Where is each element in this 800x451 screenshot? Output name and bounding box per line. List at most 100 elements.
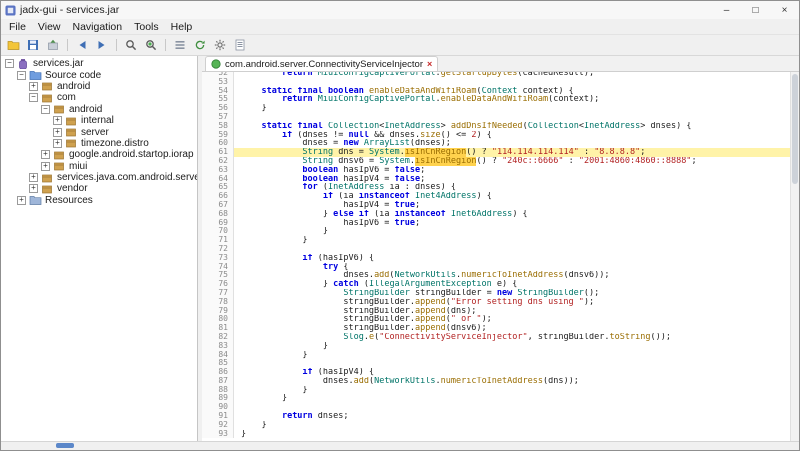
menu-tools[interactable]: Tools xyxy=(128,21,165,33)
log-button[interactable] xyxy=(231,37,249,53)
tree-horizontal-scrollbar-thumb[interactable] xyxy=(56,443,74,448)
code-editor[interactable]: 52 return MiuiConfigCaptivePortal.getSta… xyxy=(202,72,799,441)
vertical-scrollbar-thumb[interactable] xyxy=(792,74,798,184)
tree-item-label: android xyxy=(69,104,102,115)
window-title: jadx-gui - services.jar xyxy=(20,4,119,16)
tree-expander-icon[interactable]: + xyxy=(41,150,50,159)
code-line: 80 stringBuilder.append(" or "); xyxy=(202,315,790,324)
tree-item-internal[interactable]: +internal xyxy=(1,115,197,126)
menu-help[interactable]: Help xyxy=(165,21,199,33)
code-line: 87 dnses.add(NetworkUtils.numericToInetA… xyxy=(202,377,790,386)
text-search-button[interactable] xyxy=(122,37,140,53)
class-icon xyxy=(211,59,221,69)
tree-expander-icon[interactable]: + xyxy=(17,196,26,205)
save-all-icon xyxy=(27,39,39,51)
tree-item-android[interactable]: +android xyxy=(1,81,197,92)
code-area: 52 return MiuiConfigCaptivePortal.getSta… xyxy=(202,72,790,441)
code-line: 64 boolean hasIpV4 = false; xyxy=(202,175,790,184)
code-line: 60 dnses = new ArrayList(dnses); xyxy=(202,139,790,148)
package-icon xyxy=(53,104,66,115)
open-file-button[interactable] xyxy=(4,37,22,53)
code-text: } else if (ia instanceof Inet6Address) { xyxy=(234,210,790,219)
menu-view[interactable]: View xyxy=(32,21,67,33)
tree-expander-icon[interactable]: + xyxy=(53,128,62,137)
code-line: 58 static final Collection<InetAddress> … xyxy=(202,122,790,131)
code-line: 72 xyxy=(202,245,790,254)
flat-packages-button[interactable] xyxy=(171,37,189,53)
back-button[interactable] xyxy=(73,37,91,53)
tree-expander-icon[interactable]: + xyxy=(29,173,38,182)
code-text: try { xyxy=(234,263,790,272)
forward-button[interactable] xyxy=(93,37,111,53)
sync-button[interactable] xyxy=(191,37,209,53)
tree-item-source-code[interactable]: − Source code xyxy=(1,69,197,80)
close-button[interactable]: × xyxy=(770,1,799,19)
package-icon xyxy=(41,81,54,92)
export-button[interactable] xyxy=(44,37,62,53)
code-text: if (hasIpV6) { xyxy=(234,254,790,263)
resources-folder-icon xyxy=(29,195,42,206)
tree-item-label: com xyxy=(57,92,76,103)
window-controls: –□× xyxy=(712,1,799,19)
title-bar: jadx-gui - services.jar –□× xyxy=(1,1,799,19)
tree-expander-icon[interactable]: + xyxy=(29,184,38,193)
code-text: } xyxy=(234,342,790,351)
code-line: 65 for (InetAddress ia : dnses) { xyxy=(202,183,790,192)
tree-item-miui[interactable]: +miui xyxy=(1,161,197,172)
code-line: 56 } xyxy=(202,104,790,113)
code-text: boolean hasIpV6 = false; xyxy=(234,166,790,175)
code-line: 66 if (ia instanceof Inet4Address) { xyxy=(202,192,790,201)
code-line: 74 try { xyxy=(202,263,790,272)
code-line: 55 return MiuiConfigCaptivePortal.enable… xyxy=(202,95,790,104)
minimize-button[interactable]: – xyxy=(712,1,741,19)
tree-expander-icon[interactable]: − xyxy=(41,105,50,114)
tree-item-google-android-startop-iorap[interactable]: +google.android.startop.iorap xyxy=(1,149,197,160)
code-text: return dnses; xyxy=(234,412,790,421)
save-all-button[interactable] xyxy=(24,37,42,53)
tree-expander-icon[interactable]: + xyxy=(53,116,62,125)
code-text xyxy=(234,113,790,122)
tab-close-icon[interactable]: × xyxy=(427,60,432,69)
tree-expander-icon[interactable]: + xyxy=(29,82,38,91)
tree-expander-icon[interactable]: − xyxy=(29,93,38,102)
tree-item-resources[interactable]: +Resources xyxy=(1,195,197,206)
class-search-button[interactable] xyxy=(142,37,160,53)
menu-file[interactable]: File xyxy=(3,21,32,33)
maximize-button[interactable]: □ xyxy=(741,1,770,19)
tab-label: com.android.server.ConnectivityServiceIn… xyxy=(225,59,423,70)
code-line: 76 } catch (IllegalArgumentException e) … xyxy=(202,280,790,289)
code-text: for (InetAddress ia : dnses) { xyxy=(234,183,790,192)
tree-item-server[interactable]: +server xyxy=(1,126,197,137)
tree-item-label: services.java.com.android.server.am xyxy=(57,172,197,183)
code-text: stringBuilder.append("Error setting dns … xyxy=(234,298,790,307)
vertical-scrollbar[interactable] xyxy=(790,72,799,441)
tree-expander-icon[interactable]: + xyxy=(53,139,62,148)
code-text: hasIpV4 = true; xyxy=(234,201,790,210)
tree-item-services-java-com-android-server-am[interactable]: + services.java.com.android.server.am xyxy=(1,172,197,183)
code-line: 71 } xyxy=(202,236,790,245)
menu-bar: FileViewNavigationToolsHelp xyxy=(1,19,799,35)
tree-item-services-jar[interactable]: −services.jar xyxy=(1,58,197,69)
tree-expander-icon[interactable]: + xyxy=(41,162,50,171)
code-text: String dns = System.isInCnRegion() ? "11… xyxy=(234,148,790,157)
tree-item-vendor[interactable]: + vendor xyxy=(1,183,197,194)
tree-expander-icon[interactable]: − xyxy=(17,71,26,80)
tree-expander-icon[interactable]: − xyxy=(5,59,14,68)
editor-panel: com.android.server.ConnectivityServiceIn… xyxy=(202,56,799,441)
code-text xyxy=(234,359,790,368)
tree-item-com[interactable]: − com xyxy=(1,92,197,103)
tree-item-android[interactable]: − android xyxy=(1,104,197,115)
tab-connectivity-service-injector[interactable]: com.android.server.ConnectivityServiceIn… xyxy=(205,56,438,71)
package-icon xyxy=(41,172,54,183)
tree-item-label: vendor xyxy=(57,183,88,194)
flat-packages-icon xyxy=(174,39,186,51)
menu-navigation[interactable]: Navigation xyxy=(67,21,129,33)
preferences-button[interactable] xyxy=(211,37,229,53)
tree-item-label: Source code xyxy=(45,70,101,81)
code-text: if (hasIpV4) { xyxy=(234,368,790,377)
sync-icon xyxy=(194,39,206,51)
code-text: } xyxy=(234,421,790,430)
code-line: 68 } else if (ia instanceof Inet6Address… xyxy=(202,210,790,219)
code-text: dnses = new ArrayList(dnses); xyxy=(234,139,790,148)
tree-item-timezone-distro[interactable]: +timezone.distro xyxy=(1,138,197,149)
